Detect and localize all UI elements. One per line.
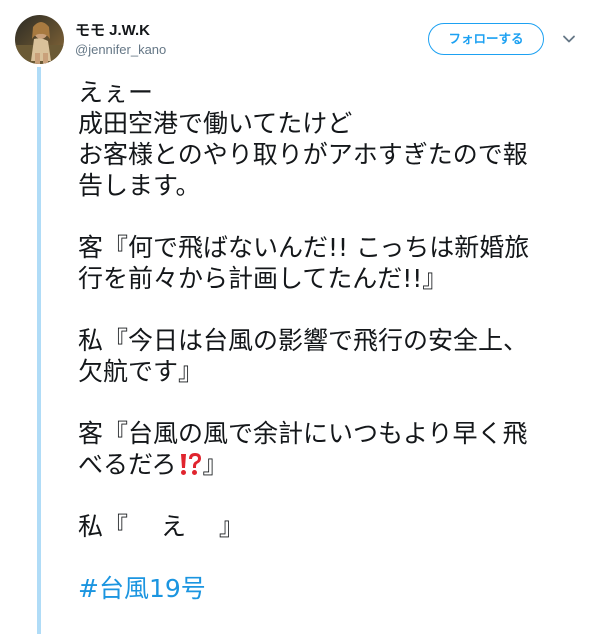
tweet-line: 行を前々から計画してたんだ!!』 xyxy=(78,264,448,293)
tweet-text: えぇー 成田空港で働いてたけど お客様とのやり取りがアホすぎたので報 告します。… xyxy=(78,77,593,604)
tweet-line-part: 』 xyxy=(202,450,228,479)
tweet-line: 客『何で飛ばないんだ!! こっちは新婚旅 xyxy=(78,233,530,262)
follow-button[interactable]: フォローする xyxy=(428,23,544,55)
tweet-line: 私『今日は台風の影響で飛行の安全上、 xyxy=(78,326,529,355)
tweet-line: えぇー xyxy=(78,78,154,107)
tweet-line: 客『台風の風で余計にいつもより早く飛 xyxy=(78,419,528,448)
user-handle[interactable]: @jennifer_kano xyxy=(75,42,166,57)
tweet: モモ J.W.K @jennifer_kano フォローする えぇー 成田空港で… xyxy=(0,0,598,634)
tweet-line: 私『 え 』 xyxy=(78,512,244,541)
profile-photo xyxy=(15,15,64,64)
tweet-line: 欠航です』 xyxy=(78,357,204,386)
avatar[interactable] xyxy=(15,15,64,64)
display-name[interactable]: モモ J.W.K xyxy=(75,19,150,40)
tweet-line: 告します。 xyxy=(78,171,201,200)
tweet-line: #台風19号 xyxy=(78,573,593,604)
chevron-down-icon[interactable] xyxy=(562,32,576,46)
thread-line xyxy=(37,67,41,634)
tweet-line-part: べるだろ xyxy=(78,450,177,479)
hashtag-link[interactable]: #台風19号 xyxy=(78,574,206,603)
tweet-line: お客様とのやり取りがアホすぎたので報 xyxy=(78,140,528,169)
interrobang-icon xyxy=(177,451,203,477)
tweet-line: べるだろ』 xyxy=(78,449,593,480)
tweet-line: 成田空港で働いてたけど xyxy=(78,109,353,138)
